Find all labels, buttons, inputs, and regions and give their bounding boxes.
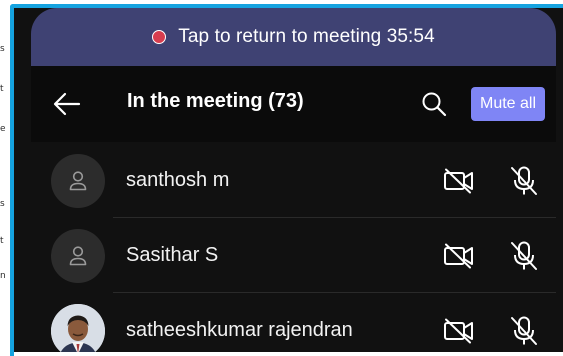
- meeting-screen: Tap to return to meeting 35:54 In the me…: [14, 8, 563, 352]
- avatar: [51, 304, 105, 352]
- participant-name: Sasithar S: [126, 244, 219, 266]
- mic-off-icon: [511, 166, 537, 195]
- app-bar: In the meeting (73) Mute all: [31, 66, 556, 142]
- page-title: In the meeting (73): [127, 90, 304, 112]
- return-to-meeting-banner[interactable]: Tap to return to meeting 35:54: [31, 8, 556, 66]
- banner-text: Tap to return to meeting 35:54: [178, 26, 435, 47]
- edge-char: t: [0, 236, 4, 246]
- edge-char: s: [0, 44, 5, 54]
- participant-name: satheeshkumar rajendran: [126, 319, 353, 341]
- recording-dot-icon: [152, 30, 167, 44]
- camera-off-icon: [444, 318, 473, 344]
- avatar: [51, 229, 105, 283]
- profile-photo-icon: [51, 304, 105, 352]
- edge-char: n: [0, 271, 6, 281]
- participant-row[interactable]: Sasithar S: [31, 217, 556, 292]
- search-icon[interactable]: [421, 91, 447, 117]
- edge-char: e: [0, 124, 6, 134]
- participant-row[interactable]: santhosh m: [31, 142, 556, 217]
- camera-off-icon: [444, 243, 473, 269]
- participant-row[interactable]: satheeshkumar rajendran: [31, 292, 556, 352]
- edge-char: t: [0, 84, 4, 94]
- person-icon: [69, 171, 87, 191]
- participant-name: santhosh m: [126, 169, 230, 191]
- mute-all-button[interactable]: Mute all: [471, 87, 545, 121]
- person-icon: [69, 246, 87, 266]
- participant-list: santhosh m Sasithar S satheeshkumar raje…: [31, 142, 556, 352]
- mic-off-icon: [511, 316, 537, 345]
- edge-char: s: [0, 199, 5, 209]
- mic-off-icon: [511, 241, 537, 270]
- camera-off-icon: [444, 168, 473, 194]
- back-arrow-icon[interactable]: [53, 92, 81, 116]
- avatar: [51, 154, 105, 208]
